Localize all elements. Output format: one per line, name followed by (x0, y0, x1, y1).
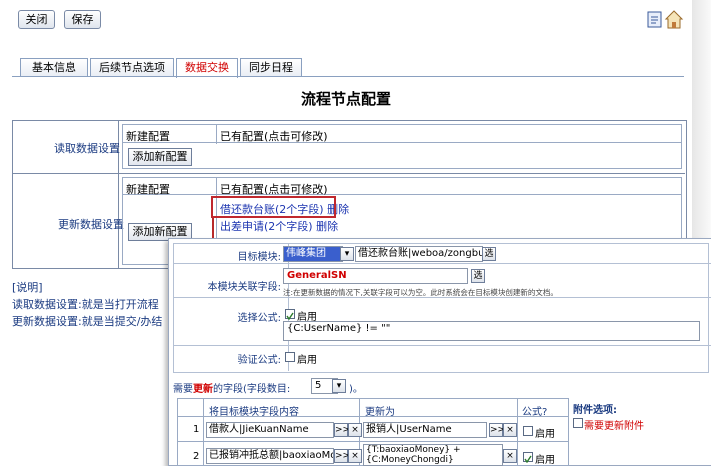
column-header-formula: 公式? (522, 407, 548, 418)
close-button[interactable]: 关闭 (18, 10, 55, 29)
tab-data-exchange[interactable]: 数据交换 (176, 58, 238, 78)
select-formula-label: 选择公式: (237, 313, 281, 324)
fields-heading: 需要更新的字段(字段数目: (173, 384, 291, 395)
verify-formula-enable-checkbox[interactable] (285, 352, 295, 362)
update-settings-label: 更新数据设置 (58, 218, 124, 231)
read-existing-config-header: 已有配置(点击可修改) (220, 130, 328, 143)
row-formula-checkbox[interactable] (523, 452, 533, 464)
tab-basic-info[interactable]: 基本信息 (20, 58, 88, 77)
tabs-baseline (12, 76, 684, 77)
update-config-item[interactable]: 出差申请(2个字段) 删除 (220, 218, 338, 234)
attachment-options-heading: 附件选项: (573, 405, 617, 416)
row-index: 1 (193, 424, 200, 435)
read-add-config-button[interactable]: 添加新配置 (128, 148, 192, 166)
row-move-button[interactable]: >> (489, 423, 505, 437)
row-clear-button[interactable]: × (503, 449, 517, 463)
update-new-config-header: 新建配置 (126, 183, 170, 196)
tab-next-node-options[interactable]: 后续节点选项 (90, 58, 174, 77)
row-move-button[interactable]: >> (334, 423, 350, 437)
row-target-field[interactable]: 已报销冲抵总额|baoxiaoMoney (206, 448, 334, 464)
read-settings-label: 读取数据设置 (54, 142, 120, 155)
select-formula-enable-checkbox[interactable] (285, 309, 295, 321)
row-update-to-field[interactable]: 报销人|UserName (363, 422, 487, 438)
config-name-link[interactable]: 出差申请(2个字段) (220, 220, 313, 233)
target-pick-button[interactable]: 选 (482, 247, 496, 261)
row-formula-checkbox[interactable] (523, 426, 533, 436)
page-title: 流程节点配置 (300, 90, 391, 108)
update-existing-config-header: 已有配置(点击可修改) (220, 183, 328, 196)
notes-heading: [说明] (12, 281, 43, 294)
row-move-button[interactable]: >> (334, 449, 350, 463)
attachment-update-checkbox[interactable] (573, 418, 583, 428)
attachment-update-label: 需要更新附件 (584, 421, 644, 432)
key-field-note: 注:在更新数据的情况下,关联字段可以为空。此时系统会在目标模块创建新的文档。 (283, 288, 558, 297)
read-new-config-header: 新建配置 (126, 130, 170, 143)
target-group-select[interactable]: 伟峰集团 (283, 246, 343, 262)
target-module-label: 目标模块: (237, 252, 281, 263)
notes-line-read: 读取数据设置:就是当打开流程 (12, 298, 159, 311)
verify-formula-label: 验证公式: (237, 355, 281, 366)
row-clear-button[interactable]: × (348, 423, 362, 437)
key-field-label: 本模块关联字段: (207, 282, 281, 293)
column-header-update-to: 更新为 (365, 407, 395, 418)
key-field-input[interactable]: GeneralSN (283, 268, 468, 284)
config-detail-popup: 目标模块: 伟峰集团 ▾ 借还款台账|weboa/zongbu/jiekua 选… (168, 238, 711, 466)
row-target-field[interactable]: 借款人|JieKuanName (206, 422, 334, 438)
key-field-pick-button[interactable]: 选 (471, 269, 485, 283)
select-formula-textarea[interactable]: {C:UserName} != "" (283, 321, 700, 341)
home-icon[interactable] (664, 10, 684, 29)
row-index: 2 (193, 451, 200, 462)
fields-heading-end: )。 (349, 384, 363, 395)
row-update-to-field[interactable]: {T:baoxiaoMoney} + {C:MoneyChongdi} (363, 444, 503, 466)
config-delete-link[interactable]: 删除 (316, 220, 338, 233)
row-formula-enable-label: 启用 (535, 429, 555, 440)
config-row-divider (12, 173, 685, 174)
read-settings-box (122, 124, 682, 169)
save-button[interactable]: 保存 (64, 10, 101, 29)
chevron-down-icon[interactable]: ▾ (340, 247, 354, 261)
highlight-box (211, 196, 336, 218)
verify-formula-enable-label: 启用 (297, 355, 317, 366)
row-clear-button[interactable]: × (503, 423, 517, 437)
row-clear-button[interactable]: × (348, 449, 362, 463)
tab-sync-schedule[interactable]: 同步日程 (240, 58, 302, 77)
export-icon[interactable] (647, 11, 662, 28)
target-module-field[interactable]: 借还款台账|weboa/zongbu/jiekua (355, 246, 483, 262)
column-header-target: 将目标模块字段内容 (209, 407, 299, 418)
chevron-down-icon[interactable]: ▾ (332, 379, 346, 393)
notes-line-update: 更新数据设置:就是当提交/办结 (12, 315, 163, 328)
top-icons (646, 8, 686, 33)
